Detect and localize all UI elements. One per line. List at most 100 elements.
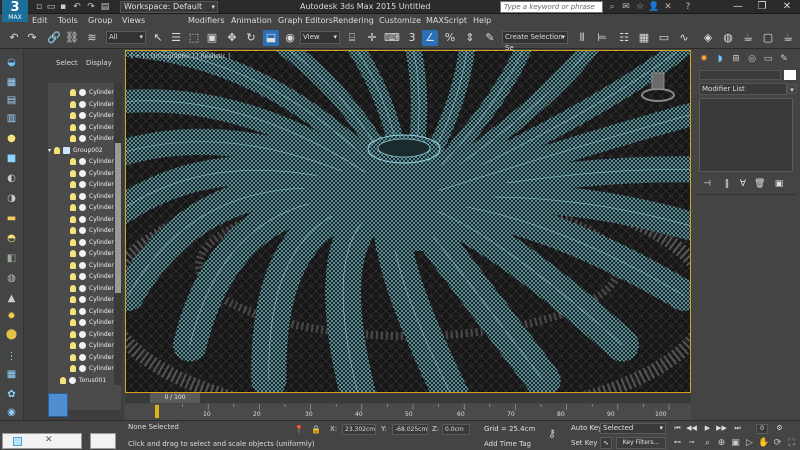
project-folder-icon[interactable]: ▤ — [100, 1, 110, 13]
visibility-bulb-icon[interactable] — [70, 204, 76, 211]
display-tab-icon[interactable]: ▭ — [762, 53, 774, 65]
new-file-icon[interactable]: ▫ — [34, 1, 44, 13]
visibility-bulb-icon[interactable] — [70, 365, 76, 372]
light-filter-icon[interactable]: ● — [4, 132, 19, 146]
zoom-extents-icon[interactable]: ▣ — [730, 437, 741, 449]
tree-row[interactable]: Cylinder — [48, 225, 121, 236]
menu-animation[interactable]: Animation — [231, 14, 272, 27]
invert-display-icon[interactable]: ▤ — [4, 94, 19, 108]
select-by-name-icon[interactable]: ☰ — [168, 30, 184, 46]
visibility-bulb-icon[interactable] — [70, 353, 76, 361]
redo-icon[interactable]: ↷ — [24, 30, 40, 46]
display-children-icon[interactable]: ▥ — [4, 112, 19, 126]
add-time-tag-button[interactable]: Add Time Tag — [484, 440, 531, 448]
communication-center-icon[interactable]: ✉ — [620, 1, 632, 13]
tree-group-row[interactable]: ▾ Group002 — [48, 145, 121, 156]
menu-tools[interactable]: Tools — [58, 14, 78, 27]
select-and-scale-icon[interactable]: ⬓ — [263, 30, 279, 46]
next-frame-icon[interactable]: ▶▶ — [716, 423, 727, 434]
tree-scrollbar[interactable] — [114, 83, 122, 385]
app-logo-button[interactable]: MAX — [2, 0, 28, 26]
light-sun-icon[interactable]: ✹ — [4, 310, 19, 324]
close-icon[interactable]: ✕ — [45, 435, 53, 445]
select-manipulate-icon[interactable]: ✛ — [364, 30, 380, 46]
visibility-bulb-icon[interactable] — [70, 112, 76, 119]
tree-row[interactable]: Torus001 — [48, 375, 121, 386]
group-filter-icon[interactable]: ◧ — [4, 252, 19, 266]
render-setup-icon[interactable]: ☕ — [740, 30, 756, 46]
undo-icon[interactable]: ↶ — [6, 30, 22, 46]
edit-named-selection-icon[interactable]: ✎ — [482, 30, 498, 46]
isolate-selection-icon[interactable]: 📍 — [294, 425, 304, 434]
redo-icon[interactable]: ↷ — [86, 1, 96, 13]
pan-view-icon[interactable]: ✋ — [758, 437, 769, 449]
schematic-view-icon[interactable]: ◈ — [700, 30, 716, 46]
tree-row[interactable]: Cylinder — [48, 306, 121, 317]
binoculars-search-icon[interactable]: ⌕ — [606, 1, 618, 13]
maxscript-listener-button[interactable]: ✕ — [2, 433, 82, 449]
modifier-list-dropdown[interactable]: Modifier List ▾ — [699, 83, 797, 95]
visibility-bulb-icon[interactable] — [70, 307, 76, 315]
time-slider-handle[interactable]: 0 / 100 — [150, 393, 200, 403]
key-mode-toggle-icon[interactable]: ⊷ — [672, 437, 683, 448]
set-key-button[interactable]: Set Key — [571, 439, 597, 447]
menu-customize[interactable]: Customize — [379, 14, 421, 27]
play-icon[interactable]: ▶ — [702, 423, 713, 434]
minimize-icon[interactable]: — — [726, 0, 750, 14]
scrollbar-thumb[interactable] — [115, 143, 121, 293]
tree-row[interactable]: Cylinder — [48, 283, 121, 294]
visibility-bulb-icon[interactable] — [70, 169, 76, 177]
auto-key-button[interactable]: Auto Key — [571, 424, 602, 432]
visibility-bulb-icon[interactable] — [70, 319, 76, 326]
workspace-dropdown[interactable]: Workspace: Default ▾ — [120, 1, 218, 13]
geometry-filter-icon[interactable]: ▬ — [4, 212, 19, 226]
spinner-snap-icon[interactable]: ⇕ — [462, 30, 478, 46]
visibility-bulb-icon[interactable] — [60, 376, 66, 384]
object-name-field[interactable] — [699, 70, 781, 80]
menu-rendering[interactable]: Rendering — [333, 14, 374, 27]
tree-row[interactable]: Cylinder — [48, 260, 121, 271]
open-file-icon[interactable]: ▭ — [46, 1, 56, 13]
bone-filter-icon[interactable]: ▲ — [4, 292, 19, 306]
visibility-bulb-icon[interactable] — [70, 342, 76, 349]
menu-modifiers[interactable]: Modifiers — [188, 14, 225, 27]
visibility-bulb-icon[interactable] — [70, 250, 76, 257]
hierarchy-filter-icon[interactable]: ✿ — [4, 388, 19, 402]
tree-row[interactable]: Cylinder — [48, 340, 121, 351]
toggle-layer-explorer-icon[interactable]: ▦ — [636, 30, 652, 46]
orbit-icon[interactable]: ⟳ — [772, 437, 783, 449]
angle-snap-icon[interactable]: ∠ — [422, 30, 438, 46]
explorer-layer-button[interactable] — [48, 393, 68, 417]
tree-row[interactable]: Cylinder — [48, 168, 121, 179]
toggle-scene-explorer-icon[interactable]: ☷ — [616, 30, 632, 46]
render-production-icon[interactable]: ☕ — [780, 30, 796, 46]
tree-row[interactable]: Cylinder — [48, 179, 121, 190]
make-unique-icon[interactable]: ∀ — [738, 178, 748, 190]
keying-set-dropdown[interactable]: Selected — [600, 423, 666, 434]
key-mode-icon[interactable]: ⚷ — [548, 427, 556, 440]
expand-toggle-icon[interactable]: ▾ — [48, 145, 51, 156]
menu-group[interactable]: Group — [88, 14, 112, 27]
curve-editor-icon[interactable]: ∿ — [676, 30, 692, 46]
visibility-bulb-icon[interactable] — [54, 146, 60, 154]
track-bar[interactable]: 10 20 30 40 50 60 70 80 90 100 — [125, 404, 691, 420]
z-coord-field[interactable]: 0.0cm — [442, 424, 470, 435]
tree-row[interactable]: Cylinder — [48, 191, 121, 202]
zoom-all-icon[interactable]: ⊕ — [716, 437, 727, 449]
perspective-viewport[interactable]: [ + ] [ Orthographic ] [ Realistic ] — [125, 50, 691, 393]
filter-keys-icon[interactable]: ⊸ — [686, 437, 697, 448]
visibility-bulb-icon[interactable] — [70, 192, 76, 200]
camera-filter-icon[interactable]: ■ — [4, 152, 19, 166]
visibility-bulb-icon[interactable] — [70, 123, 76, 131]
tree-row[interactable]: Cylinder — [48, 214, 121, 225]
visibility-bulb-icon[interactable] — [70, 181, 76, 188]
select-and-rotate-icon[interactable]: ↻ — [243, 30, 259, 46]
user-sign-in-icon[interactable]: 👤 — [648, 1, 660, 13]
tree-row[interactable]: Cylinder — [48, 122, 121, 133]
previous-frame-icon[interactable]: ◀◀ — [686, 423, 697, 434]
display-all-icon[interactable]: ▦ — [4, 76, 19, 90]
menu-help[interactable]: Help — [473, 14, 491, 27]
tree-row[interactable]: Cylinder — [48, 248, 121, 259]
modifier-stack[interactable] — [699, 98, 793, 172]
search-input[interactable]: Type a keyword or phrase — [500, 1, 603, 13]
